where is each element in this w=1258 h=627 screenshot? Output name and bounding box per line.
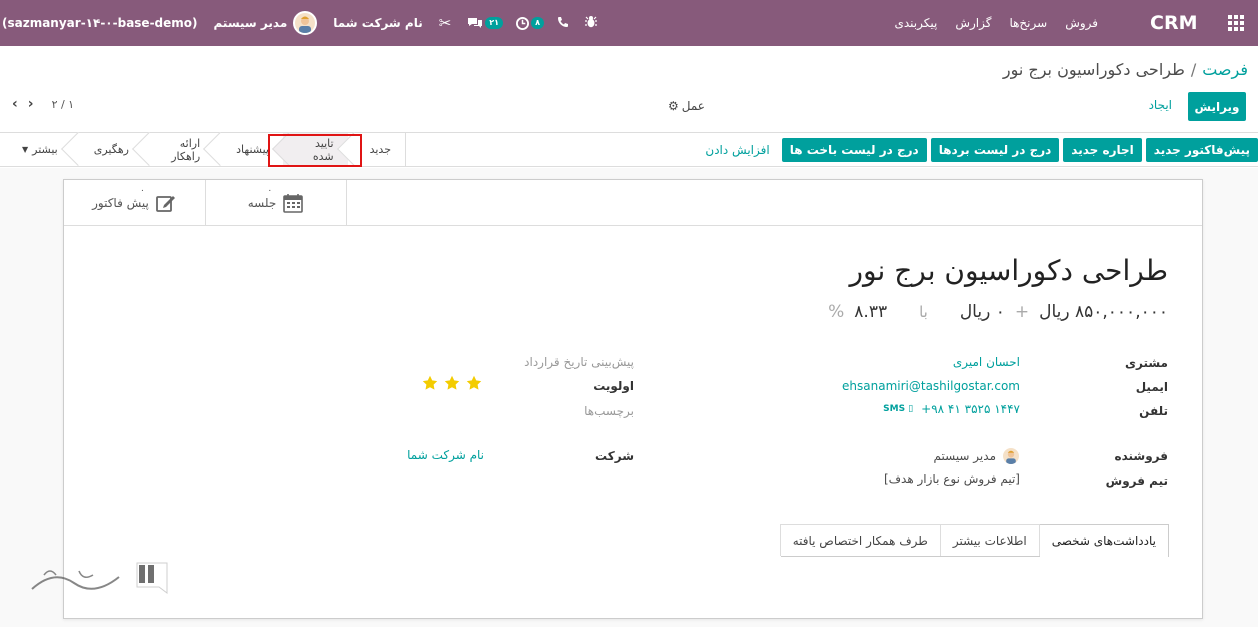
menu-item-reporting[interactable]: گزارش [955, 16, 991, 30]
company-field[interactable]: نام شرکت شما [407, 448, 484, 462]
activity-menu[interactable]: ۸ [516, 16, 544, 30]
top-navbar: CRM فروش سرنخ‌ها گزارش پیکربندی (sazmany… [0, 0, 1258, 46]
create-button[interactable]: ایجاد [1149, 98, 1172, 112]
tab-internal-notes[interactable]: یادداشت‌های شخصی [1038, 524, 1169, 557]
new-quotation-button[interactable]: پیش‌فاکتور جدید [1145, 138, 1258, 162]
notebook-tabs: یادداشت‌های شخصی اطلاعات بیشتر طرف همکار… [779, 524, 1169, 557]
watermark-logo [24, 559, 184, 599]
main-menu: فروش سرنخ‌ها گزارش پیکربندی [894, 0, 1098, 46]
meeting-label: جلسه ۰ [247, 185, 277, 210]
smart-buttons: جلسه ۰ پیش فاکتور ۰ [64, 180, 1202, 226]
company-switcher[interactable]: نام شرکت شما [333, 16, 422, 30]
logo-mark-icon [31, 562, 168, 594]
tab-extra-info[interactable]: اطلاعات بیشتر [939, 524, 1040, 556]
enrich-link[interactable]: افزایش دادن [697, 143, 777, 157]
caret-down-icon: ▼ [22, 145, 29, 154]
recurring-revenue[interactable]: ۰ ریال [960, 302, 1005, 322]
systray: (sazmanyar-۱۴-۰-base-demo) مدیر سیستم نا… [0, 0, 597, 46]
mark-lost-button[interactable]: درج در لیست باخت ها [781, 138, 927, 162]
user-menu[interactable]: مدیر سیستم [214, 11, 318, 35]
edit-button[interactable]: ویرایش [1188, 92, 1246, 121]
user-name: مدیر سیستم [213, 16, 288, 30]
pencil-square-icon [155, 195, 175, 212]
action-label: عمل [681, 99, 705, 113]
breadcrumb-separator: / [1190, 60, 1197, 79]
status-bar: پیش‌فاکتور جدید اجاره جدید درج در لیست ب… [0, 132, 1258, 167]
expected-revenue[interactable]: ۸۵۰,۰۰۰,۰۰۰ ریال [1039, 302, 1168, 322]
highlight-box [268, 134, 362, 167]
user-avatar [293, 11, 318, 35]
phone-field[interactable]: SMS ▯ +۹۸ ۴۱ ۳۵۲۵ ۱۴۴۷ [883, 402, 1020, 416]
meeting-smart-button[interactable]: جلسه ۰ [206, 180, 347, 225]
salesperson-field[interactable]: مدیر سیستم [933, 447, 1020, 465]
breadcrumb-parent[interactable]: فرصت [1202, 60, 1248, 79]
pager: ‹ › ۲ / ۱ [12, 96, 74, 112]
action-menu[interactable]: ⚙ عمل [668, 99, 705, 113]
new-rental-button[interactable]: اجاره جدید [1063, 138, 1142, 162]
priority-label: اولویت [593, 379, 634, 393]
quotation-label: پیش فاکتور ۰ [92, 185, 149, 210]
pager-previous-icon[interactable]: ‹ [12, 96, 18, 112]
gear-icon: ⚙ [668, 99, 679, 113]
quotation-smart-button[interactable]: پیش فاکتور ۰ [64, 180, 206, 225]
breadcrumb-current: طراحی دکوراسیون برج نور [1002, 60, 1185, 79]
menu-item-leads[interactable]: سرنخ‌ها [1009, 16, 1047, 30]
email-label: ایمیل [1135, 380, 1168, 394]
activities-count-badge: ۸ [531, 17, 544, 29]
star-icon[interactable] [466, 375, 482, 391]
tags-field[interactable]: برچسب‌ها [584, 404, 634, 418]
customer-label: مشتری [1124, 356, 1168, 370]
with-label: با [919, 303, 928, 321]
sales-team-field[interactable]: [تیم فروش نوع بازار هدف] [884, 472, 1020, 486]
company-label: شرکت [595, 449, 634, 463]
sales-team-label: تیم فروش [1105, 474, 1168, 488]
calendar-icon [283, 193, 304, 213]
salesperson-name: مدیر سیستم [933, 449, 997, 463]
opportunity-title[interactable]: طراحی دکوراسیون برج نور [850, 254, 1168, 287]
percent-sign: % [828, 302, 845, 322]
star-icon[interactable] [444, 375, 460, 391]
apps-menu-icon[interactable] [1228, 0, 1244, 46]
mark-won-button[interactable]: درج در لیست بردها [930, 138, 1060, 162]
database-name: (sazmanyar-۱۴-۰-base-demo) [2, 16, 198, 30]
pager-value[interactable]: ۲ / ۱ [52, 98, 75, 111]
messages-count-badge: ۲۱ [485, 17, 504, 29]
menu-item-configuration[interactable]: پیکربندی [894, 16, 937, 30]
star-icon[interactable] [422, 375, 438, 391]
breadcrumb: فرصت / طراحی دکوراسیون برج نور [1003, 60, 1248, 79]
menu-item-sales[interactable]: فروش [1065, 16, 1098, 30]
salesperson-label: فروشنده [1114, 449, 1169, 463]
phone-icon[interactable] [557, 16, 569, 31]
email-field[interactable]: ehsanamiri@tashilgostar.com [842, 379, 1020, 393]
app-brand[interactable]: CRM [1150, 0, 1197, 46]
sms-button[interactable]: SMS ▯ [883, 404, 913, 414]
expected-closing-label: پیش‌بینی تاریخ قرارداد [524, 355, 634, 369]
clock-icon [516, 16, 530, 30]
phone-value: +۹۸ ۴۱ ۳۵۲۵ ۱۴۴۷ [921, 402, 1020, 416]
header-buttons: پیش‌فاکتور جدید اجاره جدید درج در لیست ب… [697, 138, 1258, 162]
probability-value[interactable]: ۸.۳۳ [854, 302, 887, 322]
messaging-menu[interactable]: ۲۱ [467, 16, 504, 30]
customer-field[interactable]: احسان امیری [953, 355, 1020, 369]
plus-sign: + [1014, 302, 1030, 322]
bug-icon[interactable] [584, 15, 597, 31]
salesperson-avatar [1002, 447, 1020, 465]
chat-icon [468, 18, 483, 28]
priority-stars[interactable] [422, 375, 482, 391]
phone-label: تلفن [1139, 404, 1168, 418]
tab-assigned-partner[interactable]: طرف همکار اختصاص یافته [779, 524, 941, 556]
revenue-row: ۸۵۰,۰۰۰,۰۰۰ ریال + ۰ ریال با ۸.۳۳ % [828, 302, 1168, 322]
debug-tools-icon[interactable]: ✂ [439, 14, 452, 32]
form-sheet: جلسه ۰ پیش فاکتور ۰ طراحی دکوراسیون برج … [63, 179, 1203, 619]
pager-next-icon[interactable]: › [28, 96, 34, 112]
